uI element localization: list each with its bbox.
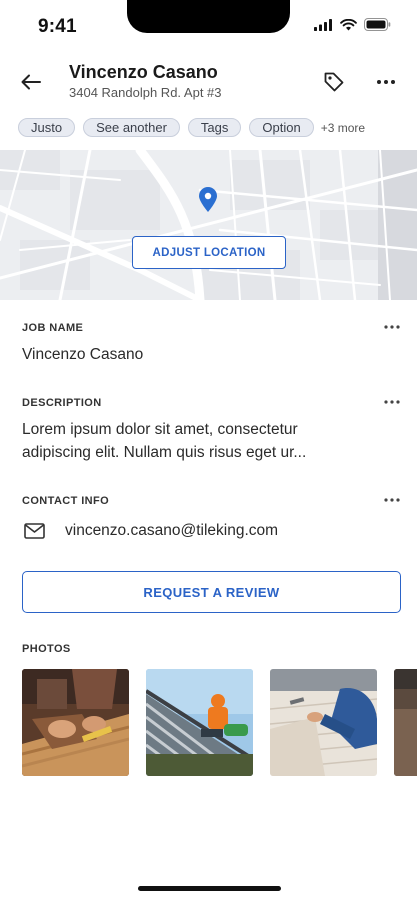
wifi-icon (340, 18, 357, 30)
more-horizontal-icon (384, 400, 400, 404)
contact-info-label: CONTACT INFO (22, 495, 110, 507)
tag-button[interactable] (319, 67, 349, 97)
map-pin-icon (199, 187, 217, 212)
location-map[interactable] (0, 150, 417, 300)
device-notch (127, 0, 290, 33)
photos-label: PHOTOS (22, 643, 71, 655)
home-indicator (138, 886, 281, 891)
back-arrow-icon (21, 74, 41, 90)
job-name-label: JOB NAME (22, 322, 84, 334)
more-horizontal-icon (377, 80, 395, 84)
contact-email-link[interactable]: vincenzo.casano@tileking.com (65, 522, 278, 540)
request-review-button[interactable]: REQUEST A REVIEW (22, 571, 401, 613)
photo-strip[interactable] (22, 669, 417, 776)
more-horizontal-icon (384, 498, 400, 502)
mail-icon (24, 523, 45, 539)
back-button[interactable] (16, 67, 46, 97)
job-header: Vincenzo Casano 3404 Randolph Rd. Apt #3 (0, 55, 417, 111)
more-options-button[interactable] (371, 67, 401, 97)
description-line-2: adipiscing elit. Nullam quis risus eget … (22, 444, 307, 461)
battery-icon (364, 18, 391, 31)
tag-icon (324, 72, 344, 92)
woodwork-photo (22, 669, 129, 776)
status-icons (314, 18, 391, 31)
tag-chip[interactable]: See another (83, 118, 180, 137)
tag-chip[interactable]: Justo (18, 118, 76, 137)
tag-chips: Justo See another Tags Option +3 more (18, 118, 365, 137)
page-title: Vincenzo Casano (69, 62, 218, 82)
signal-icon (314, 18, 332, 31)
photo-thumbnail[interactable] (22, 669, 129, 776)
page-subtitle: 3404 Randolph Rd. Apt #3 (69, 85, 222, 100)
description-line-1: Lorem ipsum dolor sit amet, consectetur (22, 421, 298, 438)
description-label: DESCRIPTION (22, 397, 102, 409)
job-name-value: Vincenzo Casano (22, 346, 144, 363)
description-menu-button[interactable] (380, 394, 404, 410)
contact-menu-button[interactable] (380, 492, 404, 508)
status-bar: 9:41 (0, 0, 417, 50)
job-name-menu-button[interactable] (380, 319, 404, 335)
more-tags-link[interactable]: +3 more (321, 121, 365, 135)
roofing-photo (146, 669, 253, 776)
status-time: 9:41 (38, 16, 77, 37)
map-background (0, 150, 417, 300)
photo-thumbnail[interactable] (270, 669, 377, 776)
photo-thumbnail[interactable] (394, 669, 417, 776)
partial-photo (394, 669, 417, 776)
flooring-photo (270, 669, 377, 776)
tag-chip[interactable]: Option (249, 118, 314, 137)
more-horizontal-icon (384, 325, 400, 329)
tag-chip[interactable]: Tags (187, 118, 242, 137)
photo-thumbnail[interactable] (146, 669, 253, 776)
adjust-location-button[interactable]: ADJUST LOCATION (132, 236, 286, 269)
